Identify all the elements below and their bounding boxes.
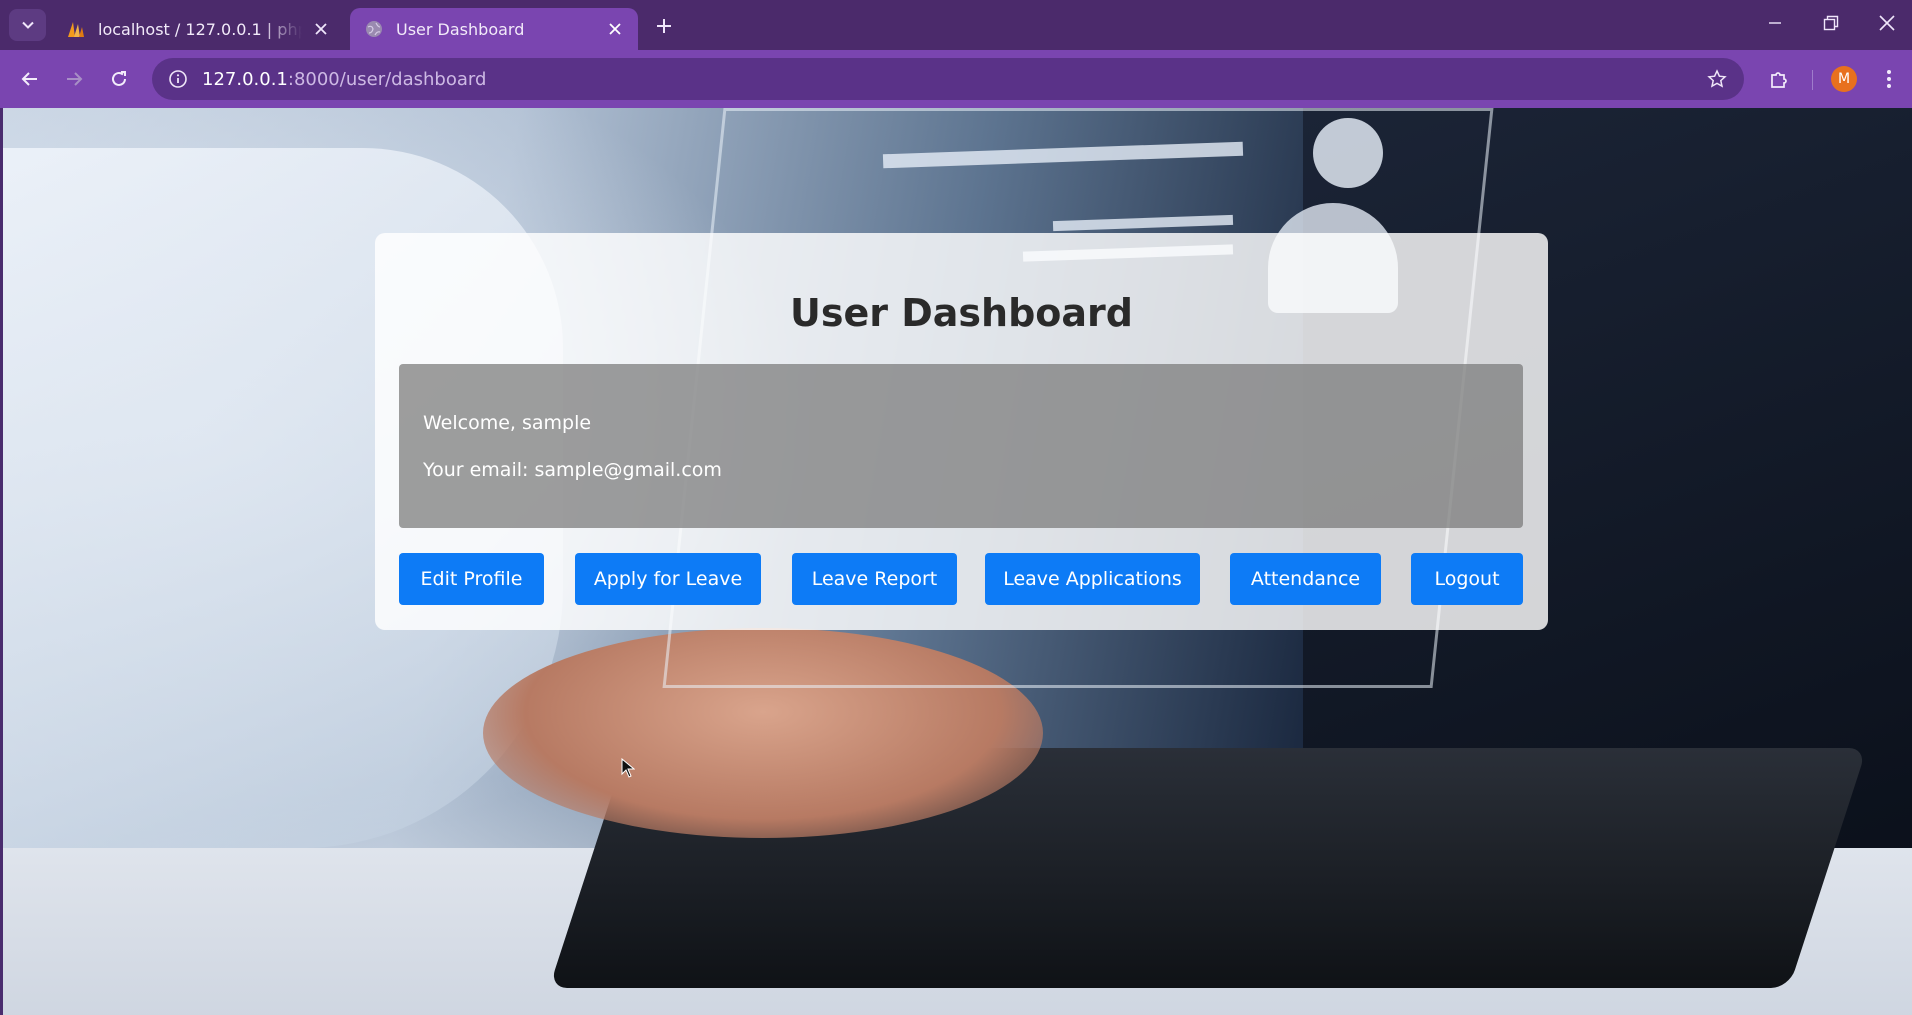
welcome-text: Welcome, sample: [423, 412, 592, 434]
arrow-left-icon: [21, 72, 37, 86]
bookmark-star-icon[interactable]: [1704, 66, 1730, 92]
leave-report-button[interactable]: Leave Report: [792, 553, 957, 605]
minimize-icon: [1769, 22, 1781, 24]
close-icon[interactable]: [602, 16, 628, 42]
logout-button[interactable]: Logout: [1411, 553, 1523, 605]
email-text: Your email: sample@gmail.com: [423, 459, 722, 481]
arrow-right-icon: [67, 72, 83, 86]
apply-for-leave-button[interactable]: Apply for Leave: [575, 553, 761, 605]
tab-user-dashboard[interactable]: User Dashboard: [350, 8, 638, 50]
plus-icon: [657, 19, 671, 33]
tab-title: User Dashboard: [396, 19, 525, 39]
chevron-down-icon: [21, 21, 34, 29]
profile-avatar[interactable]: M: [1831, 66, 1857, 92]
globe-icon: [366, 21, 382, 37]
site-info-icon[interactable]: [158, 59, 198, 99]
restore-button[interactable]: [1809, 8, 1853, 38]
tab-phpmyadmin[interactable]: localhost / 127.0.0.1 | phpMyAdmin: [52, 8, 344, 50]
mouse-cursor-icon: [621, 758, 635, 778]
background-user-icon-head: [1313, 118, 1383, 188]
reload-button[interactable]: [102, 62, 136, 96]
leave-applications-button[interactable]: Leave Applications: [985, 553, 1200, 605]
close-icon: [1879, 15, 1895, 31]
minimize-button[interactable]: [1753, 8, 1797, 38]
tab-search-button[interactable]: [9, 9, 46, 41]
toolbar-divider: [1812, 70, 1813, 90]
new-tab-button[interactable]: [650, 12, 678, 40]
phpmyadmin-icon: [68, 22, 84, 37]
user-info-box: Welcome, sample Your email: sample@gmail…: [399, 364, 1523, 528]
attendance-button[interactable]: Attendance: [1230, 553, 1381, 605]
url-text: 127.0.0.1:8000/user/dashboard: [202, 68, 487, 90]
edit-profile-button[interactable]: Edit Profile: [399, 553, 544, 605]
page-viewport: User Dashboard Welcome, sample Your emai…: [3, 108, 1912, 1015]
dashboard-card: User Dashboard Welcome, sample Your emai…: [375, 233, 1548, 630]
browser-toolbar: 127.0.0.1:8000/user/dashboard: [0, 50, 1912, 108]
extensions-button[interactable]: [1762, 62, 1796, 96]
tab-title: localhost / 127.0.0.1 | phpMyAdmin: [98, 19, 302, 39]
puzzle-icon: [1771, 72, 1787, 88]
close-window-button[interactable]: [1865, 8, 1909, 38]
address-bar[interactable]: 127.0.0.1:8000/user/dashboard: [152, 58, 1744, 100]
close-icon[interactable]: [308, 16, 334, 42]
more-vertical-icon: [1887, 70, 1891, 88]
reload-icon: [112, 71, 126, 86]
restore-icon: [1823, 15, 1839, 31]
tab-strip: localhost / 127.0.0.1 | phpMyAdmin User …: [0, 0, 1912, 50]
forward-button[interactable]: [57, 62, 91, 96]
back-button[interactable]: [13, 62, 47, 96]
browser-menu-button[interactable]: [1872, 62, 1906, 96]
page-title: User Dashboard: [790, 291, 1133, 335]
